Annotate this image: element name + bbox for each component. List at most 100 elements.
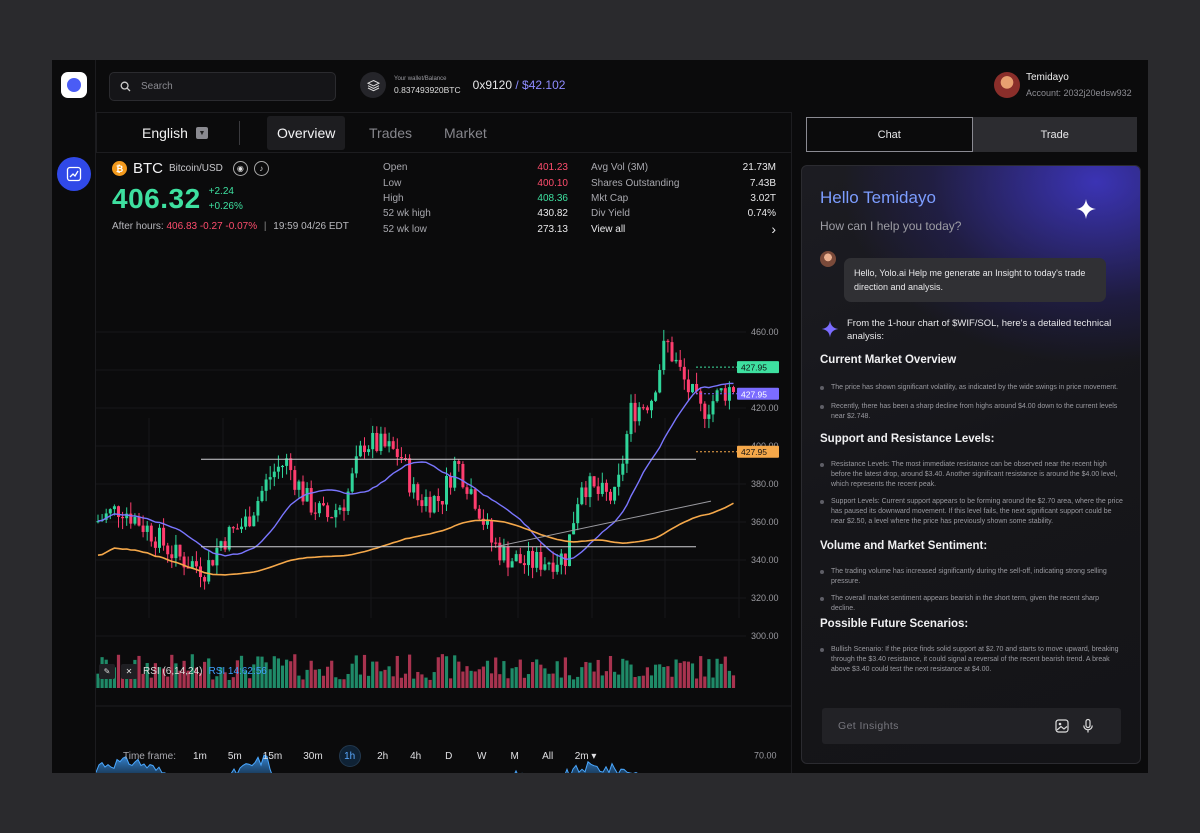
zoom-in-icon[interactable]: ⊕ xyxy=(349,348,366,363)
timeframe-all[interactable]: All xyxy=(537,745,559,767)
timeframe-1m[interactable]: 1m xyxy=(188,745,212,767)
tab-market[interactable]: Market xyxy=(434,116,497,150)
ohlc-high-label: High xyxy=(173,329,195,340)
tab-overview[interactable]: Overview xyxy=(267,116,346,150)
timeframe-4h[interactable]: 4h xyxy=(405,745,427,767)
wallet-balance[interactable]: Your wallet/Balance 0.837493920BTC 0x912… xyxy=(360,72,565,98)
candle-body xyxy=(645,407,649,411)
rsi-label: RSI (6,14,24) xyxy=(143,666,203,677)
candle-body xyxy=(326,505,330,518)
microphone-icon[interactable] xyxy=(1080,718,1096,734)
stat-label: View all xyxy=(591,223,626,235)
candle-body xyxy=(727,387,731,401)
pen-icon[interactable]: ✐ xyxy=(459,348,476,363)
candle-body xyxy=(547,562,551,565)
volume-bar xyxy=(695,678,699,688)
timeframe-30m[interactable]: 30m xyxy=(298,745,327,767)
ohlc-open: 408.36 xyxy=(140,329,171,340)
candles-icon[interactable]: ⫿ xyxy=(305,348,322,363)
tab-trades[interactable]: Trades xyxy=(359,116,422,150)
stat-row: Div Yield 0.74% xyxy=(591,206,776,221)
stat-row[interactable]: View all › xyxy=(591,221,776,237)
camera-icon[interactable]: ◙ xyxy=(327,348,344,363)
volume-bar xyxy=(481,666,485,688)
price-chart[interactable]: 460.00 440.00 420.00 400.00 380.00 360.00 340.… xyxy=(96,318,791,773)
volume-bar xyxy=(543,668,547,688)
avatar[interactable] xyxy=(994,72,1020,98)
chat-greeting: Hello Temidayo xyxy=(820,188,936,207)
image-icon[interactable] xyxy=(1054,718,1070,734)
timeframe-2m[interactable]: 2m ▾ xyxy=(570,745,602,767)
stats-left: Open 401.23 Low 400.10 High 408.36 52 wk high 4… xyxy=(383,160,568,237)
candle-body xyxy=(510,561,514,568)
analysis-section-title: Volume and Market Sentiment: xyxy=(820,540,988,552)
search-box[interactable] xyxy=(109,72,336,101)
volume-bar xyxy=(522,677,526,688)
volume-bar xyxy=(375,661,379,688)
timeframe-5m[interactable]: 5m xyxy=(223,745,247,767)
stat-value: 408.36 xyxy=(537,192,568,204)
app-logo[interactable] xyxy=(61,72,87,98)
candle-body xyxy=(609,491,612,501)
candle-body xyxy=(227,527,231,550)
language-select[interactable]: English ▼ xyxy=(142,125,208,141)
candle-body xyxy=(695,383,699,392)
tab-chat[interactable]: Chat xyxy=(806,117,973,152)
timeframe-m[interactable]: M xyxy=(504,745,526,767)
y-tick-label: 320.00 xyxy=(751,593,779,603)
y-tick-label: 380.00 xyxy=(751,479,779,489)
indicator-icon[interactable]: ⩘ xyxy=(415,348,432,363)
analysis-bullet: Bullish Scenario: If the price finds sol… xyxy=(820,645,1125,675)
candle-body xyxy=(117,506,120,517)
current-price: 406.32 xyxy=(112,183,201,214)
stat-value: 401.23 xyxy=(537,162,568,174)
after-hours-divider: | xyxy=(263,221,267,232)
trendline-icon[interactable]: ⟋ xyxy=(437,348,454,363)
candle-body xyxy=(322,503,325,506)
timeframe-15m[interactable]: 15m xyxy=(258,745,287,767)
price-change-abs: +2.24 xyxy=(208,186,234,197)
candle-body xyxy=(129,513,133,524)
timeframe-w[interactable]: W xyxy=(471,745,493,767)
text-icon[interactable]: T xyxy=(393,348,410,363)
volume-bar xyxy=(391,676,395,688)
volume-bar xyxy=(649,675,654,688)
timeframe-d[interactable]: D xyxy=(438,745,460,767)
candle-body xyxy=(522,563,526,566)
volume-bar xyxy=(551,673,555,688)
candle-body xyxy=(703,403,707,419)
draw-icon[interactable]: ✎ xyxy=(99,664,115,679)
volume-bar xyxy=(686,661,690,688)
eye-icon[interactable]: ◉ xyxy=(232,161,248,176)
close-icon[interactable]: ✕ xyxy=(121,664,137,679)
y-tick-label: 340.00 xyxy=(751,555,779,565)
candle-body xyxy=(535,551,539,568)
insights-input-bar[interactable] xyxy=(822,708,1121,744)
stat-value: 430.82 xyxy=(537,208,568,220)
timeframe-1h[interactable]: 1h xyxy=(338,745,361,767)
search-input[interactable] xyxy=(141,81,321,92)
timeframe-2h[interactable]: 2h xyxy=(372,745,394,767)
volume-bar xyxy=(510,668,514,688)
divider xyxy=(239,121,240,145)
tab-trade[interactable]: Trade xyxy=(972,117,1137,152)
volume-bar xyxy=(399,677,403,688)
price-tag xyxy=(737,387,779,400)
candle-body xyxy=(309,488,313,513)
draw-icon[interactable]: ✎ xyxy=(113,348,129,363)
volume-bar xyxy=(690,663,695,688)
candle-body xyxy=(563,553,567,567)
candle-body xyxy=(658,370,662,393)
zoom-out-icon[interactable]: ⊖ xyxy=(371,348,388,363)
ohlc-volume: 56,254,781 xyxy=(428,329,479,340)
stat-value: 0.74% xyxy=(747,208,776,220)
volume-bar xyxy=(408,654,412,688)
volume-bar xyxy=(293,654,297,688)
bell-icon[interactable]: ♪ xyxy=(253,161,269,176)
user-profile[interactable]: Temidayo Account: 2032j20edsw932 xyxy=(994,72,1132,98)
candle-body xyxy=(666,340,670,343)
insights-input[interactable] xyxy=(838,720,1048,732)
close-icon[interactable]: ✕ xyxy=(135,348,151,363)
chart-nav-button[interactable] xyxy=(57,157,91,191)
price-tag-label: 427.95 xyxy=(741,447,767,457)
